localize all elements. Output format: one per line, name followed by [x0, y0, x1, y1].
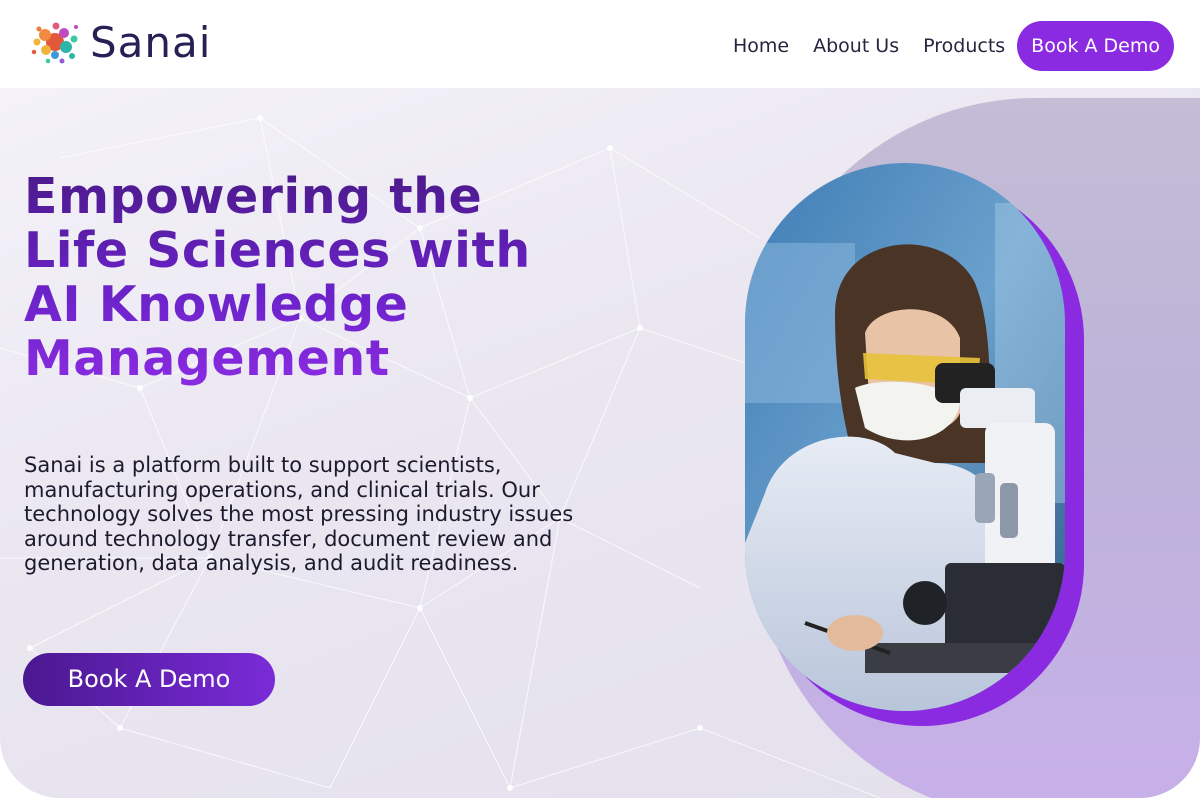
nav-home-link[interactable]: Home	[733, 35, 789, 57]
hero-book-demo-button[interactable]: Book A Demo	[23, 653, 275, 706]
photo-illustration	[745, 163, 1065, 711]
scientist-microscope-photo	[745, 163, 1065, 711]
molecule-logo-icon	[31, 22, 78, 64]
brand-logo[interactable]: Sanai	[28, 14, 211, 70]
site-header: Sanai Home About Us Products Book A Demo	[0, 0, 1200, 88]
brand-name: Sanai	[90, 17, 212, 67]
nav-book-demo-button[interactable]: Book A Demo	[1017, 21, 1174, 71]
main-nav: Home About Us Products Book A Demo	[733, 21, 1174, 71]
hero-description: Sanai is a platform built to support sci…	[24, 453, 574, 575]
nav-about-us-link[interactable]: About Us	[813, 35, 899, 57]
nav-products-link[interactable]: Products	[923, 35, 1005, 57]
hero-section: Empowering the Life Sciences with AI Kno…	[0, 88, 1200, 798]
hero-headline: Empowering the Life Sciences with AI Kno…	[24, 170, 604, 386]
